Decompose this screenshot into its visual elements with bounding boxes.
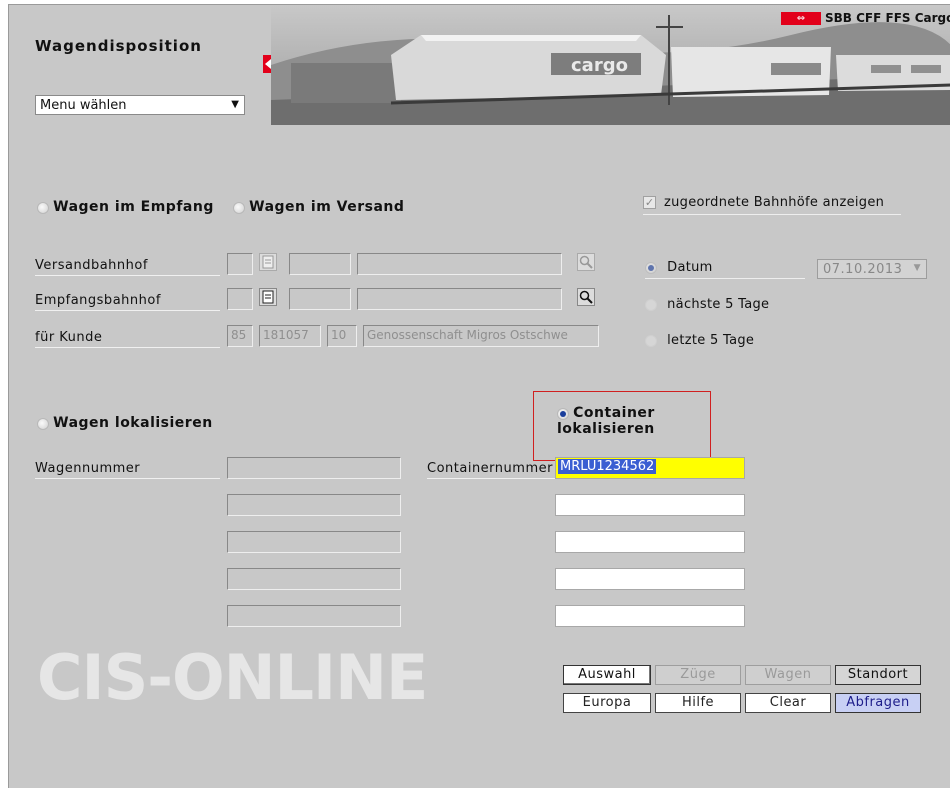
radio-wagen-empfang[interactable]: Wagen im Empfang: [37, 199, 214, 215]
wagen-lokalisieren-label: Wagen lokalisieren: [53, 415, 213, 431]
banner-cargo-text: cargo: [571, 55, 628, 76]
app-frame: Wagendisposition cargo ⇔ SBB CFF FFS Car…: [8, 4, 950, 788]
empfang-number-field[interactable]: [289, 288, 351, 310]
standort-button[interactable]: Standort: [835, 665, 921, 685]
containernummer-label: Containernummer: [427, 461, 555, 479]
search-icon[interactable]: [577, 288, 595, 306]
wagen-button[interactable]: Wagen: [745, 665, 831, 685]
radio-container-lokalisieren[interactable]: Container lokalisieren: [557, 405, 707, 437]
date-select[interactable]: 07.10.2013 ▼: [817, 259, 927, 279]
cis-online-watermark: CIS-ONLINE: [37, 641, 428, 714]
wagennummer-field-4[interactable]: [227, 568, 401, 590]
search-icon[interactable]: [577, 253, 595, 271]
clear-button[interactable]: Clear: [745, 693, 831, 713]
wagennummer-field-5[interactable]: [227, 605, 401, 627]
container-lokalisieren-label: Container lokalisieren: [557, 405, 655, 437]
radio-icon[interactable]: [37, 417, 49, 430]
containernummer-field-4[interactable]: [555, 568, 745, 590]
containernummer-value: MRLU1234562: [558, 459, 657, 474]
kunde-code3-field: 10: [327, 325, 357, 347]
containernummer-field-1[interactable]: MRLU1234562: [555, 457, 745, 479]
hilfe-button[interactable]: Hilfe: [655, 693, 741, 713]
radio-icon[interactable]: [233, 201, 245, 214]
last5-label: letzte 5 Tage: [667, 333, 755, 348]
chevron-down-icon: ▼: [913, 263, 921, 273]
chevron-down-icon: ▼: [231, 99, 239, 110]
radio-icon[interactable]: [37, 201, 49, 214]
checkbox-checked-icon[interactable]: ✓: [643, 196, 656, 209]
containernummer-field-5[interactable]: [555, 605, 745, 627]
assigned-stations-option[interactable]: ✓ zugeordnete Bahnhöfe anzeigen: [643, 195, 901, 215]
empfang-code-field[interactable]: [227, 288, 253, 310]
wagennummer-label: Wagennummer: [35, 461, 220, 479]
document-icon[interactable]: [259, 288, 277, 306]
radio-next5[interactable]: nächste 5 Tage: [645, 297, 769, 312]
containernummer-field-2[interactable]: [555, 494, 745, 516]
versand-name-field[interactable]: [357, 253, 562, 275]
brand-logo: ⇔ SBB CFF FFS Cargo: [781, 11, 950, 25]
menu-select[interactable]: Menu wählen ▼: [35, 95, 245, 115]
menu-select-value: Menu wählen: [40, 98, 127, 113]
radio-icon[interactable]: [557, 407, 569, 420]
page-title: Wagendisposition: [35, 37, 202, 55]
radio-icon[interactable]: [645, 298, 657, 311]
radio-last5[interactable]: letzte 5 Tage: [645, 333, 754, 348]
europa-button[interactable]: Europa: [563, 693, 651, 713]
sbb-flag-icon: ⇔: [781, 11, 821, 25]
versand-label: Versandbahnhof: [35, 258, 220, 276]
radio-wagen-lokalisieren[interactable]: Wagen lokalisieren: [37, 415, 213, 431]
versand-code-field[interactable]: [227, 253, 253, 275]
empfang-label: Empfangsbahnhof: [35, 293, 220, 311]
wagennummer-field-2[interactable]: [227, 494, 401, 516]
datum-label: Datum: [667, 260, 713, 275]
radio-wagen-versand-label: Wagen im Versand: [249, 199, 405, 215]
zuege-button[interactable]: Züge: [655, 665, 741, 685]
brand-text: SBB CFF FFS Cargo: [825, 11, 950, 25]
wagennummer-field-3[interactable]: [227, 531, 401, 553]
kunde-label: für Kunde: [35, 330, 220, 348]
radio-wagen-versand[interactable]: Wagen im Versand: [233, 199, 404, 215]
next5-label: nächste 5 Tage: [667, 297, 770, 312]
empfang-name-field[interactable]: [357, 288, 562, 310]
wagennummer-field-1[interactable]: [227, 457, 401, 479]
auswahl-button[interactable]: Auswahl: [563, 665, 651, 685]
abfragen-button[interactable]: Abfragen: [835, 693, 921, 713]
assigned-stations-label: zugeordnete Bahnhöfe anzeigen: [664, 195, 885, 210]
versand-number-field[interactable]: [289, 253, 351, 275]
date-select-value: 07.10.2013: [823, 262, 903, 277]
radio-wagen-empfang-label: Wagen im Empfang: [53, 199, 214, 215]
radio-datum[interactable]: Datum: [645, 260, 805, 279]
kunde-name-field: Genossenschaft Migros Ostschwe: [363, 325, 599, 347]
kunde-code1-field: 85: [227, 325, 253, 347]
kunde-code2-field: 181057: [259, 325, 321, 347]
containernummer-field-3[interactable]: [555, 531, 745, 553]
radio-icon[interactable]: [645, 334, 657, 347]
document-icon[interactable]: [259, 253, 277, 271]
radio-icon[interactable]: [645, 261, 657, 274]
